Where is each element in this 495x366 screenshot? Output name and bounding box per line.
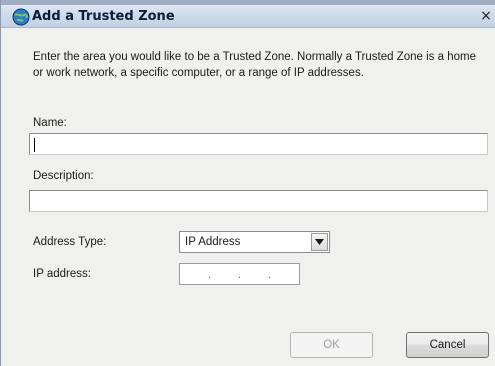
trusted-zone-dialog: Add a Trusted Zone × Enter the area you … xyxy=(0,0,495,366)
ip-address-field[interactable]: . . . xyxy=(179,263,300,285)
globe-shield-icon xyxy=(12,8,30,26)
ip-separator: . xyxy=(268,269,272,281)
description-field[interactable] xyxy=(29,190,488,212)
address-type-label: Address Type: xyxy=(33,236,107,248)
dropdown-button[interactable] xyxy=(311,233,328,251)
chevron-down-icon xyxy=(315,239,324,245)
address-type-select[interactable]: IP Address xyxy=(179,231,330,253)
intro-text: Enter the area you would like to be a Tr… xyxy=(33,51,476,79)
ip-separator: . xyxy=(208,269,212,281)
name-field[interactable] xyxy=(29,133,488,155)
cancel-button[interactable]: Cancel xyxy=(406,332,489,358)
dialog-title: Add a Trusted Zone xyxy=(32,9,175,24)
title-bar[interactable]: Add a Trusted Zone × xyxy=(1,0,495,28)
name-label: Name: xyxy=(33,117,67,129)
title-bar-edge xyxy=(1,0,495,5)
address-type-value: IP Address xyxy=(185,236,241,248)
close-icon[interactable]: × xyxy=(479,8,493,24)
ip-address-label: IP address: xyxy=(33,268,91,280)
description-label: Description: xyxy=(33,170,94,182)
ok-button[interactable]: OK xyxy=(290,332,373,358)
ip-separator: . xyxy=(238,269,242,281)
text-caret xyxy=(34,138,35,152)
